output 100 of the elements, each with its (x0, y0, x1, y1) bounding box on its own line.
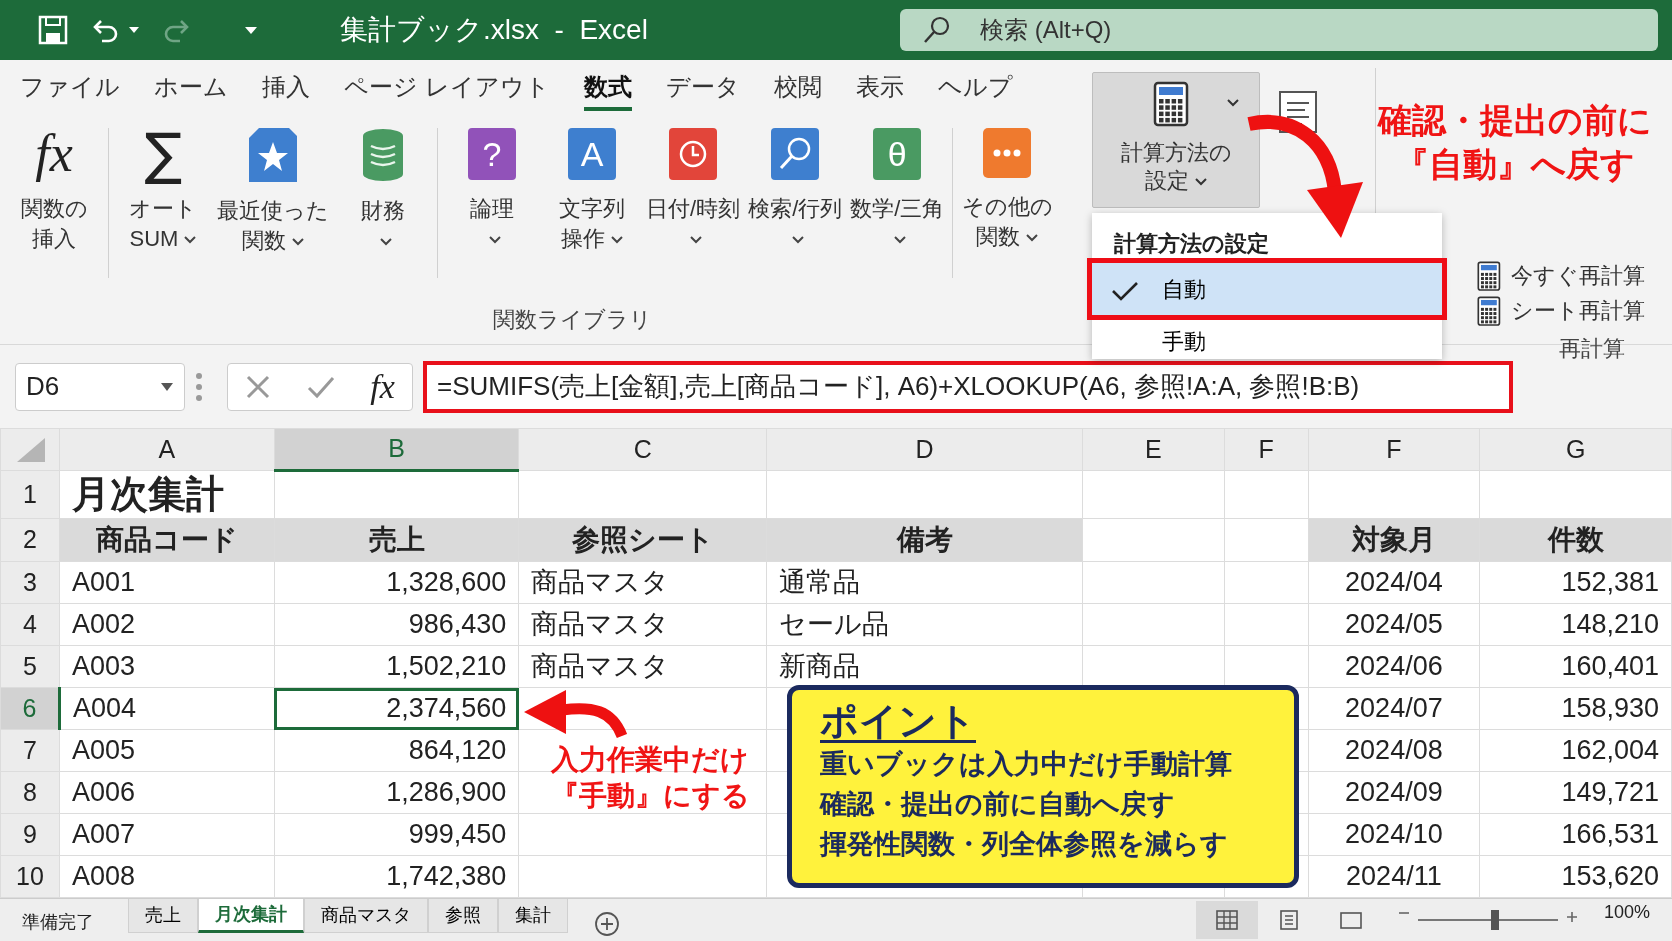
active-cell[interactable]: 2,374,560 (274, 687, 519, 730)
row-header[interactable]: 9 (0, 813, 60, 856)
formula-field[interactable]: =SUMIFS(売上[金額],売上[商品コード], A6)+XLOOKUP(A6, 参照!A:A, 参照!B:B) (423, 360, 1513, 413)
table-cell: 999,450 (274, 813, 519, 856)
column-header[interactable]: D (766, 428, 1083, 471)
column-header[interactable]: A (59, 428, 275, 471)
table-cell: 商品マスタ (518, 645, 767, 688)
table-cell: A001 (59, 561, 275, 604)
column-heading: 売上 (274, 518, 519, 562)
column-heading: 対象月 (1308, 518, 1480, 562)
search-bar[interactable]: 検索 (Alt+Q) (900, 9, 1658, 51)
table-cell: 1,742,380 (274, 855, 519, 898)
plus-icon[interactable] (1565, 911, 1578, 923)
table-cell: 864,120 (274, 729, 519, 772)
window-title: 集計ブック.xlsx - Excel (340, 13, 649, 47)
dropdown-icon[interactable] (160, 381, 174, 392)
function-button[interactable]: 検索/行列 (744, 118, 847, 293)
table-cell: 162,004 (1479, 729, 1672, 772)
table-cell: 2024/05 (1308, 603, 1480, 646)
sheet-tab[interactable]: 売上 (128, 899, 198, 933)
question-icon: ? (468, 128, 516, 180)
column-header[interactable]: B (274, 428, 519, 471)
database-icon (361, 128, 405, 182)
function-button[interactable]: A 文字列 操作 (542, 118, 642, 293)
row-header[interactable]: 8 (0, 771, 60, 814)
ribbon-tab[interactable]: ヘルプ (937, 67, 1013, 111)
function-button[interactable]: ? 論理 (442, 118, 542, 293)
ribbon-tab[interactable]: データ (665, 67, 740, 111)
chevron-icon (1227, 99, 1239, 107)
annotation-text: 確認・提出の前に 『自動』へ戻す (1376, 100, 1653, 186)
sheet-tab[interactable]: 商品マスタ (304, 899, 428, 933)
table-cell: 2024/09 (1308, 771, 1480, 814)
row-header[interactable]: 2 (0, 518, 60, 562)
calculation-options-button[interactable]: 計算方法の 設定 (1092, 72, 1260, 208)
function-button[interactable]: θ 数学/三角 (846, 118, 949, 293)
table-cell: 2024/11 (1308, 855, 1480, 898)
column-header[interactable]: C (518, 428, 767, 471)
recalculate-button[interactable]: シート再計算 (1471, 293, 1651, 328)
function-button[interactable]: ∑ オート SUM (113, 118, 213, 293)
table-cell: 160,401 (1479, 645, 1672, 688)
status-text: 準備完了 (21, 911, 95, 934)
sheet-title: 月次集計 (59, 470, 275, 519)
normal-view-button[interactable] (1195, 901, 1258, 939)
annotation-text: 入力作業中だけ 『手動』にする (549, 743, 751, 814)
column-header[interactable]: E (1082, 428, 1225, 471)
grid-icon (1214, 909, 1239, 931)
sheet-tab[interactable]: 集計 (498, 899, 568, 933)
chevron-icon (1195, 178, 1207, 187)
row-header[interactable]: 5 (0, 645, 60, 688)
table-cell: A003 (59, 645, 275, 688)
ribbon-tab[interactable]: 数式 (583, 67, 632, 111)
table-cell: セール品 (766, 603, 1083, 646)
table-cell: 149,721 (1479, 771, 1672, 814)
column-heading: 備考 (766, 518, 1083, 562)
save-icon[interactable] (38, 15, 68, 45)
insert-function-button[interactable]: fx (370, 361, 395, 412)
recalculate-button[interactable]: 今すぐ再計算 (1471, 258, 1651, 293)
table-cell: 1,502,210 (274, 645, 519, 688)
group-label: 関数ライブラリ (492, 306, 653, 334)
sheet-tab[interactable]: 月次集計 (198, 899, 304, 933)
ribbon-tab[interactable]: 校閲 (773, 67, 822, 111)
function-button[interactable]: その他の 関数 (957, 118, 1058, 293)
table-cell: 158,930 (1479, 687, 1672, 730)
function-button[interactable]: fx 関数の 挿入 (4, 118, 104, 293)
ribbon-tab[interactable]: 表示 (855, 67, 904, 111)
function-button[interactable]: 日付/時刻 (642, 118, 745, 293)
table-cell: 商品マスタ (518, 603, 767, 646)
column-header[interactable]: G (1479, 428, 1672, 471)
search-icon (771, 128, 820, 180)
sheet-tab[interactable]: 参照 (428, 899, 498, 933)
row-header[interactable]: 10 (0, 855, 60, 898)
search-field[interactable]: 検索 (Alt+Q) (978, 11, 1378, 49)
row-header[interactable]: 7 (0, 729, 60, 772)
dropdown-icon[interactable] (128, 26, 140, 34)
cell-reference: D6 (26, 370, 60, 403)
ribbon-tab[interactable]: 挿入 (262, 67, 310, 111)
name-box[interactable]: D6 (15, 362, 185, 411)
column-header[interactable]: F (1224, 428, 1308, 471)
row-header[interactable]: 6 (0, 687, 60, 730)
function-icon: fx (30, 128, 78, 180)
row-header[interactable]: 3 (0, 561, 60, 604)
function-button[interactable]: 最近使った 関数 (213, 118, 333, 293)
table-cell: 148,210 (1479, 603, 1672, 646)
point-text: 揮発性関数・列全体参照を減らす (820, 828, 1229, 861)
row-header[interactable]: 4 (0, 603, 60, 646)
minus-icon[interactable] (1397, 911, 1410, 915)
ribbon-tab[interactable]: ホーム (154, 67, 228, 111)
add-sheet-icon[interactable] (594, 911, 620, 937)
ribbon-tab[interactable]: ファイル (20, 67, 120, 111)
menu-title: 計算方法の設定 (1113, 230, 1270, 258)
table-cell: 1,286,900 (274, 771, 519, 814)
function-button[interactable]: 財務 (333, 118, 433, 293)
row-header[interactable]: 1 (0, 470, 60, 519)
more-icon (983, 128, 1032, 178)
calculator-icon (1477, 260, 1501, 291)
column-header[interactable]: F (1308, 428, 1480, 471)
cancel-icon[interactable] (245, 373, 272, 400)
point-text: 重いブックは入力中だけ手動計算 (820, 748, 1233, 781)
ribbon-tab[interactable]: ページ レイアウト (344, 67, 550, 111)
dropdown-icon[interactable] (244, 25, 258, 35)
